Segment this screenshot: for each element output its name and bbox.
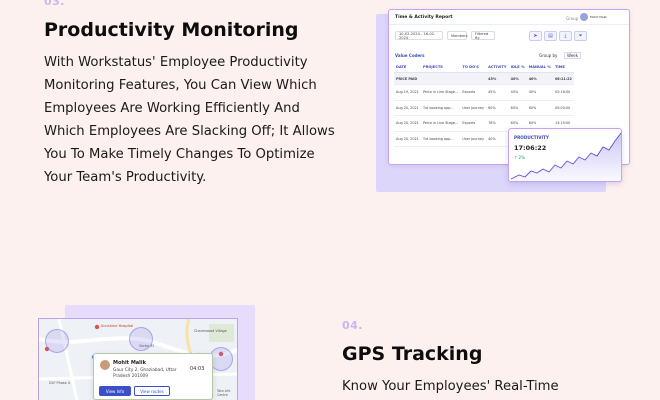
table-cell: User Journey bbox=[460, 131, 487, 147]
table-cell: PRICE PAID bbox=[394, 72, 421, 85]
members-filter[interactable]: Members bbox=[447, 31, 468, 40]
productivity-sparkline bbox=[510, 132, 622, 183]
table-cell: 40% bbox=[508, 72, 527, 85]
column-header: TO DO'S bbox=[460, 62, 487, 73]
table-cell: 06:11:22 bbox=[552, 72, 574, 85]
table-cell: 40% bbox=[508, 84, 527, 101]
map-label: DLF Phase 4 bbox=[49, 381, 70, 385]
productivity-card: PRODUCTIVITY 17:06:22 ↑ 2% bbox=[508, 128, 622, 183]
date-range-picker[interactable]: 10-02-2024 - 16-02-2024 bbox=[395, 31, 443, 40]
section-description-productivity: With Workstatus' Employee Productivity M… bbox=[44, 55, 335, 185]
table-header-row: DATE PROJECTS TO DO'S ACTIVITY IDLE % MA… bbox=[394, 62, 574, 73]
table-cell: 02:18:00 bbox=[552, 84, 574, 101]
section-title-productivity: Productivity Monitoring bbox=[44, 19, 299, 41]
employee-avatar bbox=[100, 360, 110, 370]
header-user-name: Mohit Malik bbox=[590, 15, 608, 19]
table-cell: 40% bbox=[526, 84, 553, 101]
table-cell: Pelco in Live Stage... bbox=[420, 115, 461, 132]
table-row[interactable]: PRICE PAID 45% 40% 40% 06:11:22 bbox=[394, 72, 574, 85]
table-cell: Txt booking app... bbox=[420, 131, 461, 147]
location-marker[interactable] bbox=[45, 329, 69, 353]
column-header: DATE bbox=[394, 62, 421, 73]
table-cell: 40% bbox=[486, 131, 509, 147]
section-description-gps: Know Your Employees' Real-Time bbox=[342, 379, 559, 394]
view-routes-button[interactable]: View routes bbox=[134, 386, 170, 396]
table-cell: Aug 20, 2021 bbox=[394, 115, 421, 132]
column-header: IDLE % bbox=[508, 62, 527, 73]
location-marker[interactable] bbox=[129, 327, 153, 351]
avatar[interactable] bbox=[580, 13, 588, 21]
download-icon[interactable]: ⤓ bbox=[559, 31, 572, 41]
table-cell: 78% bbox=[486, 115, 509, 132]
table-cell: 60% bbox=[486, 100, 509, 116]
table-cell: Txt booking app... bbox=[420, 100, 461, 116]
table-cell bbox=[460, 72, 487, 85]
table-cell bbox=[420, 72, 461, 85]
table-cell: 05:00:00 bbox=[552, 100, 574, 116]
table-cell: 45% bbox=[486, 72, 509, 85]
view-info-button[interactable]: View Info bbox=[99, 386, 131, 396]
table-cell: User Journey bbox=[460, 100, 487, 116]
section-number-04: 04. bbox=[342, 319, 363, 332]
column-header: PROJECTS bbox=[420, 62, 461, 73]
table-row[interactable]: Aug 20, 2021 Txt booking app... User Jou… bbox=[394, 100, 574, 116]
members-filter-text: Members bbox=[451, 33, 468, 38]
header-group-label: Group bbox=[566, 16, 579, 21]
table-cell: 45% bbox=[486, 84, 509, 101]
send-icon[interactable]: ➤ bbox=[529, 31, 542, 41]
section-number-03: 03. bbox=[44, 0, 65, 8]
map-label: Sunshine Hospital bbox=[101, 324, 134, 328]
table-cell: Pelco in Live Stage... bbox=[420, 84, 461, 101]
table-row[interactable]: Aug 19, 2021 Pelco in Live Stage... Expo… bbox=[394, 84, 574, 101]
section-title-gps: GPS Tracking bbox=[342, 343, 483, 365]
employee-name: Mohit Malik bbox=[113, 360, 146, 366]
table-cell: Exports bbox=[460, 115, 487, 132]
table-cell: 60% bbox=[526, 100, 553, 116]
header-divider bbox=[389, 24, 629, 25]
map-label: Tata Life Centre bbox=[217, 389, 231, 397]
employee-location-card: Mohit Malik Gaur City 2, Ghaziabad, Utta… bbox=[93, 353, 213, 400]
employee-time: 04:03 bbox=[190, 366, 205, 372]
print-icon[interactable]: ▤ bbox=[544, 31, 557, 41]
view-info-label: View Info bbox=[105, 388, 125, 394]
column-header: MANUAL % bbox=[526, 62, 553, 73]
employee-address: Gaur City 2, Ghaziabad, Uttar Pradesh 20… bbox=[113, 368, 177, 379]
column-header: ACTIVITY bbox=[486, 62, 509, 73]
map-label: Charmwood Village bbox=[194, 329, 227, 333]
view-routes-label: View routes bbox=[140, 388, 164, 394]
filter-icon[interactable]: ⏷ bbox=[574, 31, 587, 41]
group-by-select[interactable]: Week bbox=[564, 52, 581, 59]
column-header: TIME bbox=[552, 62, 574, 73]
table-cell: Aug 19, 2021 bbox=[394, 84, 421, 101]
table-cell: Aug 20, 2021 bbox=[394, 131, 421, 147]
table-cell: Exports bbox=[460, 84, 487, 101]
date-range-text: 10-02-2024 - 16-02-2024 bbox=[399, 31, 436, 40]
report-title: Time & Activity Report bbox=[395, 15, 453, 20]
filtered-by-text: Filtered By bbox=[475, 31, 489, 40]
company-subheading: Value Coders bbox=[395, 53, 425, 58]
table-cell: 40% bbox=[526, 72, 553, 85]
table-cell: 60% bbox=[508, 100, 527, 116]
table-cell: Aug 20, 2021 bbox=[394, 100, 421, 116]
filtered-by-select[interactable]: Filtered By bbox=[471, 31, 495, 40]
group-by-label: Group by bbox=[539, 53, 558, 58]
